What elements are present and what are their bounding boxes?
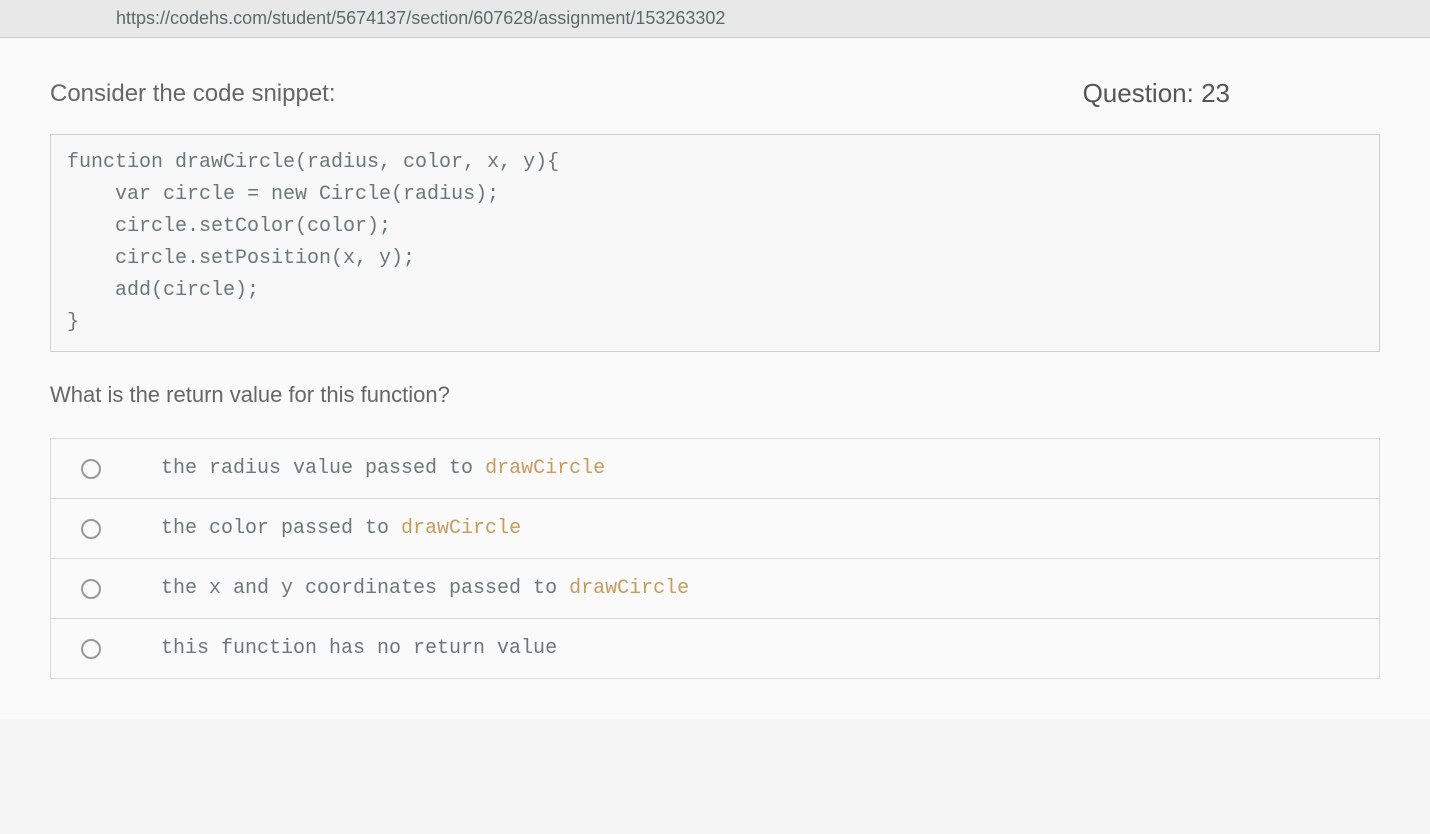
- option-text-main: the x and y coordinates passed to: [161, 577, 569, 600]
- option-text-main: the color passed to: [161, 517, 401, 540]
- option-text-highlight: drawCircle: [485, 457, 605, 480]
- url-text: https://codehs.com/student/5674137/secti…: [116, 8, 725, 29]
- prompt-text: Consider the code snippet:: [50, 80, 336, 108]
- option-text: the x and y coordinates passed to drawCi…: [161, 577, 689, 600]
- option-d[interactable]: this function has no return value: [51, 619, 1379, 678]
- main-content: Consider the code snippet: Question: 23 …: [0, 38, 1430, 719]
- option-text: the color passed to drawCircle: [161, 517, 521, 540]
- option-text-main: the radius value passed to: [161, 457, 485, 480]
- option-a[interactable]: the radius value passed to drawCircle: [51, 439, 1379, 499]
- option-text: this function has no return value: [161, 637, 557, 660]
- header-row: Consider the code snippet: Question: 23: [50, 78, 1380, 109]
- option-text-highlight: drawCircle: [569, 577, 689, 600]
- option-text: the radius value passed to drawCircle: [161, 457, 605, 480]
- option-c[interactable]: the x and y coordinates passed to drawCi…: [51, 559, 1379, 619]
- option-text-main: this function has no return value: [161, 637, 557, 660]
- radio-icon: [81, 519, 101, 539]
- option-b[interactable]: the color passed to drawCircle: [51, 499, 1379, 559]
- question-number: Question: 23: [1083, 78, 1230, 109]
- radio-icon: [81, 459, 101, 479]
- radio-icon: [81, 579, 101, 599]
- options-list: the radius value passed to drawCircle th…: [50, 438, 1380, 679]
- code-snippet: function drawCircle(radius, color, x, y)…: [50, 134, 1380, 352]
- radio-icon: [81, 639, 101, 659]
- question-text: What is the return value for this functi…: [50, 382, 1380, 408]
- url-bar: https://codehs.com/student/5674137/secti…: [0, 0, 1430, 38]
- option-text-highlight: drawCircle: [401, 517, 521, 540]
